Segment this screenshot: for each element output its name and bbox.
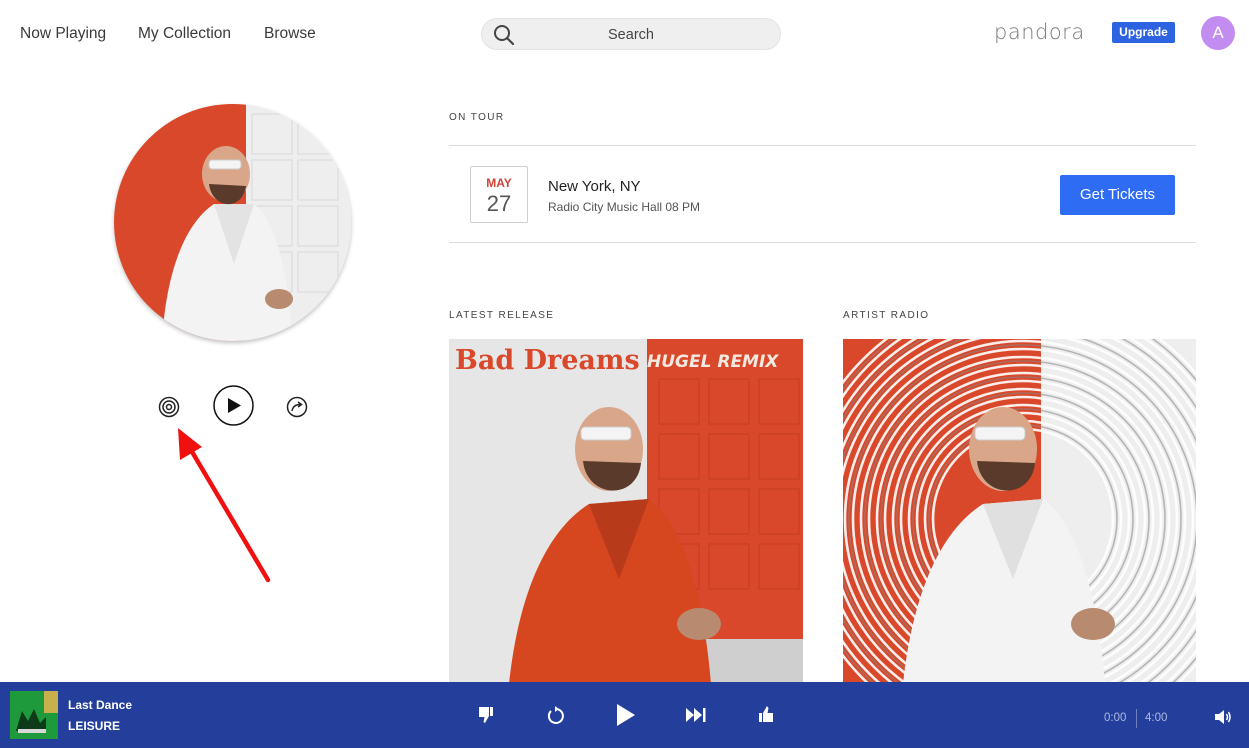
track-title[interactable]: Last Dance <box>68 698 132 712</box>
nav-now-playing[interactable]: Now Playing <box>20 25 106 43</box>
artist-photo-image <box>114 104 351 341</box>
time-separator <box>1136 709 1137 728</box>
annotation-arrow <box>178 428 271 583</box>
replay-icon[interactable] <box>546 705 566 725</box>
event-city: New York, NY <box>548 178 641 195</box>
art-title: Bad Dreams <box>455 345 640 376</box>
latest-release-card[interactable]: Bad Dreams HUGEL REMIX <box>449 339 803 684</box>
pandora-logo[interactable]: pandora <box>994 20 1085 44</box>
thumbs-up-icon[interactable] <box>757 704 775 724</box>
volume-icon[interactable] <box>1214 709 1232 725</box>
artist-radio-art <box>843 339 1196 684</box>
latest-release-art: Bad Dreams HUGEL REMIX <box>449 339 803 684</box>
event-venue: Radio City Music Hall 08 PM <box>548 200 701 214</box>
thumbs-down-icon[interactable] <box>477 705 495 725</box>
pandora-page: Now Playing My Collection Browse Search … <box>0 0 1249 748</box>
elapsed-time: 0:00 <box>1104 712 1127 724</box>
artist-play-button[interactable] <box>213 385 254 426</box>
share-arrow-icon[interactable] <box>286 396 308 418</box>
track-thumbnail-image <box>10 691 58 739</box>
avatar[interactable]: A <box>1201 16 1235 50</box>
nav-browse[interactable]: Browse <box>264 25 316 43</box>
search-input[interactable]: Search <box>481 18 781 50</box>
now-playing-bar: Last Dance LEISURE 0:00 4:00 <box>0 682 1249 748</box>
artist-radio-label: ARTIST RADIO <box>843 310 930 321</box>
skip-forward-icon[interactable] <box>685 706 707 724</box>
event-date: MAY 27 <box>470 166 528 223</box>
latest-release-label: LATEST RELEASE <box>449 310 555 321</box>
get-tickets-button[interactable]: Get Tickets <box>1060 175 1175 215</box>
event-day: 27 <box>486 191 512 216</box>
duration-time: 4:00 <box>1145 712 1168 724</box>
tour-event-row: MAY 27 New York, NY Radio City Music Hal… <box>449 145 1196 243</box>
art-subtitle: HUGEL REMIX <box>647 352 779 372</box>
upgrade-button[interactable]: Upgrade <box>1112 22 1175 43</box>
track-artist[interactable]: LEISURE <box>68 719 120 733</box>
play-icon <box>617 704 635 726</box>
player-play-button[interactable] <box>614 702 638 728</box>
top-navigation: Now Playing My Collection Browse Search … <box>0 0 1249 68</box>
artist-radio-card[interactable] <box>843 339 1196 684</box>
search-placeholder: Search <box>608 27 654 43</box>
track-thumbnail[interactable] <box>10 691 58 739</box>
event-month: MAY <box>486 176 512 190</box>
nav-my-collection[interactable]: My Collection <box>138 25 231 43</box>
on-tour-label: ON TOUR <box>449 112 505 123</box>
artist-photo <box>114 104 351 341</box>
radio-waves-icon[interactable] <box>158 396 180 418</box>
